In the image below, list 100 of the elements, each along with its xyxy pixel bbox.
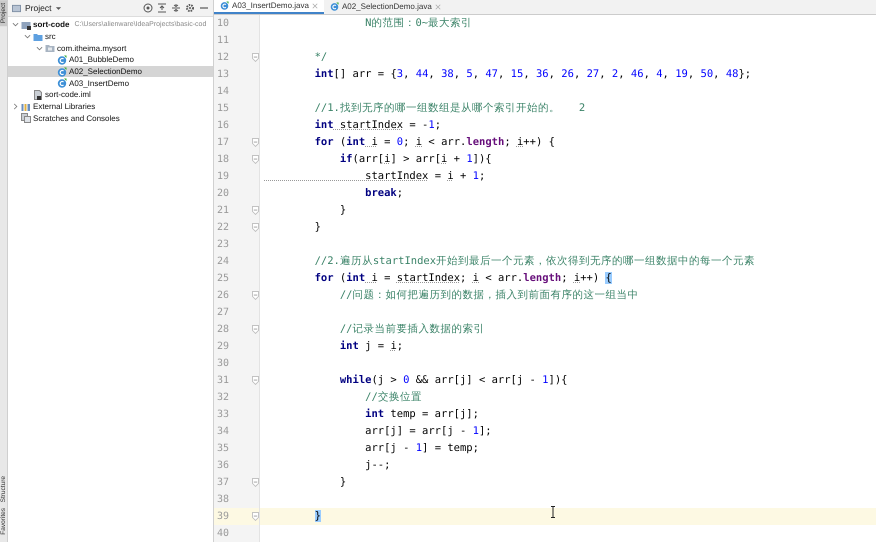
code-comment: */ (314, 51, 328, 64)
number-literal: 0 (403, 374, 410, 386)
field-name: length (466, 136, 504, 148)
code-text: + (452, 153, 462, 166)
line-number: 32 (216, 392, 230, 403)
line-number: 10 (216, 18, 230, 29)
chevron-right-icon[interactable] (12, 103, 19, 110)
line-number: 38 (216, 494, 230, 505)
code-text: , (498, 68, 506, 80)
code-text: , (599, 68, 607, 80)
code-text: (j > (371, 374, 398, 386)
tree-item[interactable]: External Libraries (8, 100, 213, 112)
line-number: 18 (216, 154, 230, 165)
code-comment: //问题：如何把遍历到的数据，插入到前面有序的这一组当中 (338, 289, 639, 302)
collapse-all-icon[interactable] (171, 3, 181, 13)
variable-name: i (516, 136, 524, 148)
fold-marker-icon[interactable] (252, 52, 259, 62)
close-icon[interactable] (312, 2, 318, 9)
code-text: ]; (478, 425, 492, 438)
line-number: 22 (216, 222, 230, 233)
code-text: , (688, 68, 696, 80)
keyword: int (314, 68, 334, 80)
code-text: < arr. (427, 136, 466, 148)
number-literal: 1 (472, 170, 479, 182)
folder-icon (12, 4, 21, 12)
line-number: 12 (216, 52, 230, 63)
line-number: 19 (216, 170, 230, 182)
number-literal: 0 (396, 136, 404, 148)
line-number: 34 (216, 426, 230, 437)
code-text: ; (478, 170, 486, 182)
tree-item[interactable]: Scratches and Consoles (8, 112, 213, 124)
fold-marker-icon[interactable] (252, 154, 259, 164)
line-number: 37 (216, 476, 230, 488)
code-comment: N的范围：0~最大索引 (364, 17, 472, 30)
code-text: ( (338, 272, 346, 284)
number-literal: 1 (542, 374, 548, 386)
variable-name: startIndex (338, 119, 404, 132)
number-literal: 44 (416, 68, 428, 80)
line-number: 27 (216, 306, 230, 318)
number-literal: 47 (485, 68, 498, 80)
code-text: } (338, 476, 346, 488)
number-literal: 15 (510, 68, 524, 80)
number-literal: 5 (466, 68, 473, 80)
fold-marker-icon[interactable] (252, 324, 259, 334)
line-number: 13 (216, 68, 230, 80)
code-text: } (314, 221, 321, 234)
code-text: ] > arr[ (390, 153, 442, 166)
code-text: [] arr = { (334, 68, 397, 80)
line-number: 24 (216, 256, 230, 267)
code-text: = (383, 136, 392, 148)
tree-item[interactable]: A02_SelectionDemo (8, 66, 213, 78)
keyword: int (346, 272, 366, 284)
tree-item[interactable]: sort-code.iml (8, 89, 213, 101)
line-number: 25 (216, 272, 230, 284)
fold-marker-icon[interactable] (252, 512, 259, 521)
number-literal: 19 (675, 68, 688, 80)
fold-marker-icon[interactable] (252, 478, 259, 487)
tree-item[interactable]: com.itheima.mysort (8, 42, 213, 54)
caret-icon[interactable] (55, 4, 62, 12)
expand-all-icon[interactable] (157, 3, 167, 13)
code-text: = (383, 272, 392, 284)
panel-title[interactable]: Project (25, 3, 52, 13)
close-icon[interactable] (434, 4, 441, 10)
variable-name: i (447, 170, 454, 182)
fold-marker-icon[interactable] (252, 206, 259, 215)
target-icon[interactable] (143, 3, 153, 13)
number-literal: 1 (416, 442, 422, 454)
text-cursor-icon (550, 506, 556, 518)
settings-icon[interactable] (185, 3, 195, 13)
tree-item[interactable]: src (8, 30, 213, 42)
variable-name: i (384, 153, 390, 166)
code-text: ; (460, 272, 468, 284)
fold-marker-icon[interactable] (252, 376, 259, 385)
editor-tab[interactable]: A02_SelectionDemo.java (324, 0, 447, 14)
fold-marker-icon[interactable] (252, 222, 259, 232)
line-number: 23 (216, 238, 230, 250)
tree-item[interactable]: A03_InsertDemo (8, 77, 213, 90)
keyword: if (338, 153, 353, 166)
library-icon (21, 102, 31, 112)
keyword: for (314, 136, 334, 148)
code-text: , (403, 68, 410, 80)
code-text: ; (561, 272, 569, 284)
code-text: j = (364, 340, 386, 352)
code-text: ] = temp; (422, 442, 479, 454)
line-number: 20 (216, 188, 230, 199)
fold-marker-icon[interactable] (252, 290, 259, 300)
matched-brace: } (314, 510, 321, 522)
number-literal: 38 (441, 68, 454, 80)
code-text: && arr[j] < arr[j - (414, 374, 537, 386)
tree-item[interactable]: A01_BubbleDemo (8, 54, 213, 66)
module-folder-icon (21, 20, 31, 30)
line-number: 21 (216, 204, 230, 216)
editor-tab[interactable]: A03_InsertDemo.java (214, 0, 324, 14)
java-class-icon (57, 78, 67, 88)
keyword: for (314, 272, 334, 284)
matched-brace: { (605, 272, 612, 284)
number-literal: 26 (561, 68, 574, 80)
number-literal: 1 (472, 425, 479, 438)
number-literal: 1 (466, 153, 473, 166)
fold-marker-icon[interactable] (252, 138, 259, 147)
